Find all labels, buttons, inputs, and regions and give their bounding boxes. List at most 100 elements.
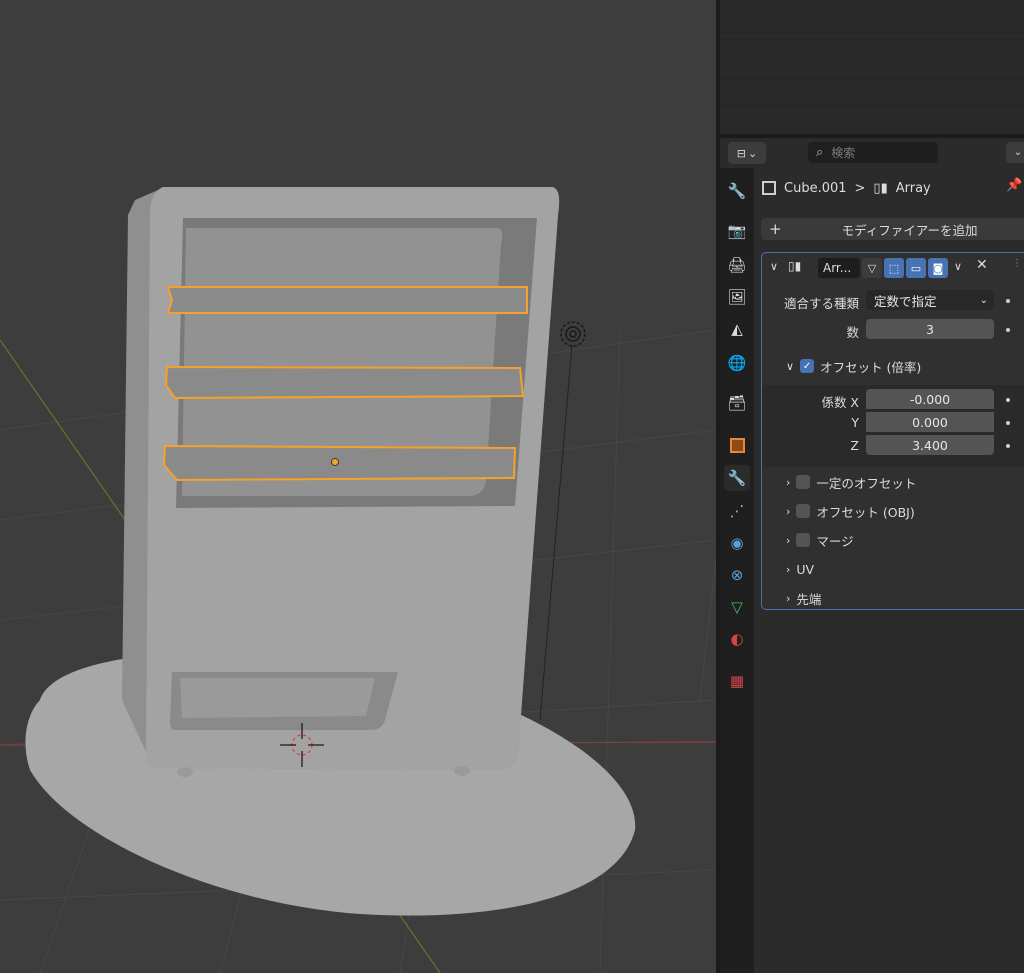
properties-tabs: 🔧 📷 🖨 🖼 ◭ 🌐 🗃 🔧 ⋰ ◉ ⊗ ▽ ◐ ▦ bbox=[720, 168, 754, 973]
chevron-down-icon: ⌄ bbox=[1013, 147, 1023, 158]
pin-icon[interactable]: 📌 bbox=[1006, 178, 1022, 193]
keyframe-dot-icon[interactable] bbox=[1006, 444, 1010, 448]
world-icon[interactable]: 🌐 bbox=[724, 350, 750, 376]
scene-icon[interactable]: ◭ bbox=[724, 316, 750, 342]
monitor-icon: ▭ bbox=[910, 261, 922, 275]
edit-mode-toggle[interactable]: ⬚ bbox=[884, 258, 904, 278]
properties-header: ⊟ ⌄ ⌕ 検索 ⌄ bbox=[720, 138, 1024, 168]
shelf-middle bbox=[164, 365, 525, 400]
render-icon[interactable]: 📷 bbox=[724, 218, 750, 244]
fit-type-dropdown[interactable]: 定数で指定 ⌄ bbox=[866, 290, 994, 310]
modifier-icon[interactable]: 🔧 bbox=[724, 465, 750, 491]
keyframe-dot-icon[interactable] bbox=[1006, 421, 1010, 425]
keyframe-dot-icon[interactable] bbox=[1006, 299, 1010, 303]
add-modifier-button[interactable]: + モディファイアーを追加 bbox=[761, 218, 1024, 240]
factor-x-field[interactable]: -0.000 bbox=[866, 389, 994, 409]
chevron-down-icon: ⌄ bbox=[979, 294, 988, 306]
relative-offset-label: オフセット (倍率) bbox=[820, 359, 922, 375]
relative-offset-checkbox[interactable]: ✓ bbox=[800, 359, 815, 373]
texture-icon[interactable]: ▦ bbox=[724, 668, 750, 694]
merge-label: マージ bbox=[816, 533, 854, 549]
add-modifier-label: モディファイアーを追加 bbox=[841, 222, 978, 238]
chevron-right-icon: › bbox=[786, 562, 791, 576]
light-icon bbox=[560, 321, 586, 347]
outliner-area[interactable] bbox=[720, 0, 1024, 134]
drag-grip-icon[interactable]: ⋮⋮ bbox=[1012, 258, 1024, 269]
uv-label: UV bbox=[796, 561, 815, 577]
search-placeholder: 検索 bbox=[831, 146, 856, 160]
array-modifier-icon: ▯▮ bbox=[788, 259, 802, 273]
shelf-bottom bbox=[162, 444, 517, 482]
modifier-header: ∨ ▯▮ Arr... ▽ ⬚ ▭ ◙ ∨ ✕ ⋮⋮ bbox=[762, 253, 1024, 281]
particles-icon[interactable]: ⋰ bbox=[724, 498, 750, 524]
edit-mode-cage-toggle[interactable]: ▽ bbox=[862, 258, 882, 278]
chevron-right-icon: › bbox=[786, 591, 791, 605]
edit-mode-icon: ⬚ bbox=[888, 261, 900, 275]
object-data-icon bbox=[762, 181, 776, 195]
3d-viewport[interactable] bbox=[0, 0, 716, 973]
factor-z-label: Z bbox=[850, 438, 859, 453]
render-toggle[interactable]: ◙ bbox=[928, 258, 948, 278]
object-offset-label: オフセット (OBJ) bbox=[816, 504, 915, 520]
chevron-right-icon: › bbox=[786, 475, 791, 489]
constant-offset-label: 一定のオフセット bbox=[816, 475, 917, 491]
factor-x-label: 係数 X bbox=[821, 395, 859, 410]
count-label: 数 bbox=[846, 325, 859, 340]
shelf-top bbox=[166, 286, 528, 314]
physics-icon[interactable]: ◉ bbox=[724, 530, 750, 556]
vertex-triangle-icon: ▽ bbox=[867, 261, 877, 275]
chevron-down-icon[interactable]: ∨ bbox=[954, 260, 962, 273]
constant-offset-checkbox[interactable] bbox=[796, 475, 811, 489]
factor-z-field[interactable]: 3.400 bbox=[866, 435, 994, 455]
properties-editor: ⊟ ⌄ ⌕ 検索 ⌄ 🔧 📷 🖨 🖼 ◭ 🌐 🗃 🔧 ⋰ ◉ ⊗ ▽ ◐ ▦ Cu… bbox=[720, 138, 1024, 973]
constraints-icon[interactable]: ⊗ bbox=[724, 562, 750, 588]
factor-y-field[interactable]: 0.000 bbox=[866, 412, 994, 432]
collection-icon[interactable]: 🗃 bbox=[724, 390, 750, 416]
close-icon[interactable]: ✕ bbox=[976, 257, 988, 273]
editor-type-button[interactable]: ⊟ ⌄ bbox=[728, 142, 766, 164]
array-modifier-icon: ▯▮ bbox=[873, 180, 888, 196]
options-dropdown[interactable]: ⌄ bbox=[1006, 142, 1024, 163]
array-modifier-panel: ∨ ▯▮ Arr... ▽ ⬚ ▭ ◙ ∨ ✕ ⋮⋮ 適合する種類 定数で指定 … bbox=[761, 252, 1024, 610]
breadcrumb-object: Cube.001 bbox=[784, 180, 847, 196]
keyframe-dot-icon[interactable] bbox=[1006, 328, 1010, 332]
output-icon[interactable]: 🖨 bbox=[724, 252, 750, 278]
count-row: 数 3 bbox=[762, 319, 1024, 341]
caps-header[interactable]: › 先端 bbox=[786, 587, 821, 609]
relative-offset-header[interactable]: ∨ ✓ オフセット (倍率) bbox=[786, 355, 921, 377]
keyframe-dot-icon[interactable] bbox=[1006, 398, 1010, 402]
constant-offset-header[interactable]: › 一定のオフセット bbox=[786, 471, 916, 493]
fit-type-row: 適合する種類 定数で指定 ⌄ bbox=[762, 290, 1024, 312]
factor-y-label: Y bbox=[851, 415, 859, 430]
fit-type-label: 適合する種類 bbox=[783, 296, 859, 311]
camera-icon: ◙ bbox=[932, 261, 944, 275]
viewport-scene bbox=[0, 187, 716, 973]
relative-offset-box: 係数 X -0.000 Y 0.000 Z 3.400 bbox=[762, 385, 1024, 467]
view-layer-icon[interactable]: 🖼 bbox=[724, 284, 750, 310]
modifier-name-field[interactable]: Arr... bbox=[818, 258, 860, 278]
chevron-down-icon[interactable]: ∨ bbox=[770, 260, 778, 273]
uv-header[interactable]: › UV bbox=[786, 558, 814, 580]
material-icon[interactable]: ◐ bbox=[724, 626, 750, 652]
factor-x-row: 係数 X -0.000 bbox=[762, 389, 1024, 411]
chevron-right-icon: › bbox=[786, 533, 791, 547]
breadcrumb-separator: > bbox=[854, 180, 866, 196]
object-origin bbox=[331, 458, 339, 466]
viewport-toggle[interactable]: ▭ bbox=[906, 258, 926, 278]
count-field[interactable]: 3 bbox=[866, 319, 994, 339]
search-input[interactable]: ⌕ 検索 bbox=[808, 142, 938, 163]
data-icon[interactable]: ▽ bbox=[724, 594, 750, 620]
factor-z-row: Z 3.400 bbox=[762, 435, 1024, 457]
merge-checkbox[interactable] bbox=[796, 533, 811, 547]
tool-icon[interactable]: 🔧 bbox=[724, 178, 750, 204]
properties-content: Cube.001 > ▯▮ Array 📌 + モディファイアーを追加 ∨ ▯▮… bbox=[754, 168, 1024, 973]
search-icon: ⌕ bbox=[816, 145, 824, 160]
object-offset-checkbox[interactable] bbox=[796, 504, 811, 518]
object-offset-header[interactable]: › オフセット (OBJ) bbox=[786, 500, 915, 522]
merge-header[interactable]: › マージ bbox=[786, 529, 854, 551]
breadcrumb-modifier: Array bbox=[895, 180, 931, 196]
editor-type-icon: ⊟ bbox=[736, 146, 746, 160]
object-icon[interactable] bbox=[724, 432, 750, 458]
chevron-right-icon: › bbox=[786, 504, 791, 518]
breadcrumb: Cube.001 > ▯▮ Array bbox=[762, 176, 931, 200]
